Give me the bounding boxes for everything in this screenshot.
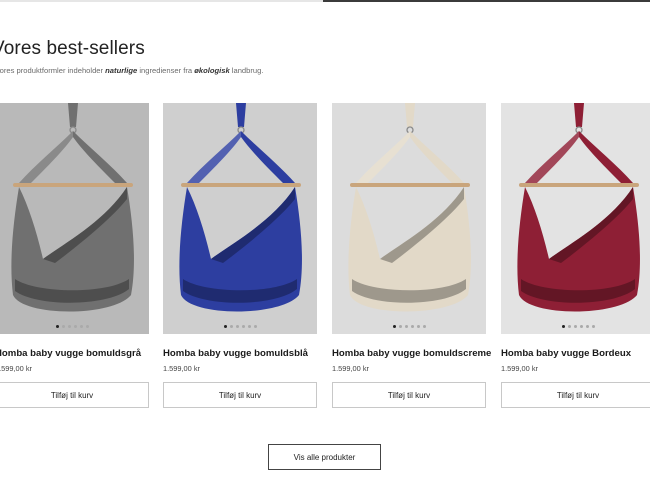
carousel-dot[interactable] xyxy=(61,325,65,328)
product-image[interactable] xyxy=(332,103,486,334)
product-name[interactable]: Homba baby vugge bomuldsblå xyxy=(163,348,308,359)
carousel-dot[interactable] xyxy=(235,325,239,328)
product-card: Homba baby vugge bomuldsgrå 1.599,00 kr … xyxy=(0,103,149,408)
carousel-dot[interactable] xyxy=(67,325,71,328)
carousel-dot[interactable] xyxy=(85,325,89,328)
product-price: 1.599,00 kr xyxy=(501,364,538,373)
carousel-dot[interactable] xyxy=(79,325,83,328)
section-title: Vores best-sellers xyxy=(0,38,145,59)
carousel-dot[interactable] xyxy=(422,325,426,328)
cradle-illustration xyxy=(179,103,302,312)
carousel-dot[interactable] xyxy=(573,325,577,328)
carousel-dot[interactable] xyxy=(416,325,420,328)
carousel-dot[interactable] xyxy=(561,325,565,328)
carousel-dot[interactable] xyxy=(585,325,589,328)
cradle-illustration xyxy=(348,103,471,312)
carousel-dot[interactable] xyxy=(247,325,251,328)
carousel-dot[interactable] xyxy=(392,325,396,328)
carousel-dot[interactable] xyxy=(591,325,595,328)
add-to-cart-button[interactable]: Tilføj til kurv xyxy=(0,382,149,408)
carousel-dot[interactable] xyxy=(398,325,402,328)
cradle-illustration xyxy=(517,103,640,312)
product-name[interactable]: Homba baby vugge bomuldsgrå xyxy=(0,348,141,359)
carousel-dot[interactable] xyxy=(253,325,257,328)
product-name[interactable]: Homba baby vugge bomuldscreme xyxy=(332,348,491,359)
top-progress-line xyxy=(0,0,650,2)
carousel-dot[interactable] xyxy=(567,325,571,328)
carousel-dot[interactable] xyxy=(579,325,583,328)
carousel-dot[interactable] xyxy=(55,325,59,328)
image-carousel-dots xyxy=(501,325,650,328)
view-all-products-button[interactable]: Vis alle produkter xyxy=(268,444,381,470)
add-to-cart-button[interactable]: Tilføj til kurv xyxy=(332,382,486,408)
carousel-dot[interactable] xyxy=(410,325,414,328)
image-carousel-dots xyxy=(332,325,486,328)
product-image[interactable] xyxy=(501,103,650,334)
image-carousel-dots xyxy=(163,325,317,328)
product-card: Homba baby vugge bomuldscreme 1.599,00 k… xyxy=(332,103,491,408)
add-to-cart-button[interactable]: Tilføj til kurv xyxy=(163,382,317,408)
section-subtitle: Vores produktformler indeholder naturlig… xyxy=(0,66,264,75)
carousel-dot[interactable] xyxy=(73,325,77,328)
product-image[interactable] xyxy=(0,103,149,334)
product-price: 1.599,00 kr xyxy=(332,364,369,373)
product-card: Homba baby vugge bomuldsblå 1.599,00 kr … xyxy=(163,103,317,408)
carousel-dot[interactable] xyxy=(241,325,245,328)
product-card: Homba baby vugge Bordeux 1.599,00 kr Til… xyxy=(501,103,650,408)
carousel-dot[interactable] xyxy=(229,325,233,328)
image-carousel-dots xyxy=(0,325,149,328)
cradle-illustration xyxy=(11,103,134,312)
product-price: 1.599,00 kr xyxy=(0,364,32,373)
add-to-cart-button[interactable]: Tilføj til kurv xyxy=(501,382,650,408)
product-price: 1.599,00 kr xyxy=(163,364,200,373)
product-name[interactable]: Homba baby vugge Bordeux xyxy=(501,348,631,359)
product-image[interactable] xyxy=(163,103,317,334)
carousel-dot[interactable] xyxy=(404,325,408,328)
carousel-dot[interactable] xyxy=(223,325,227,328)
